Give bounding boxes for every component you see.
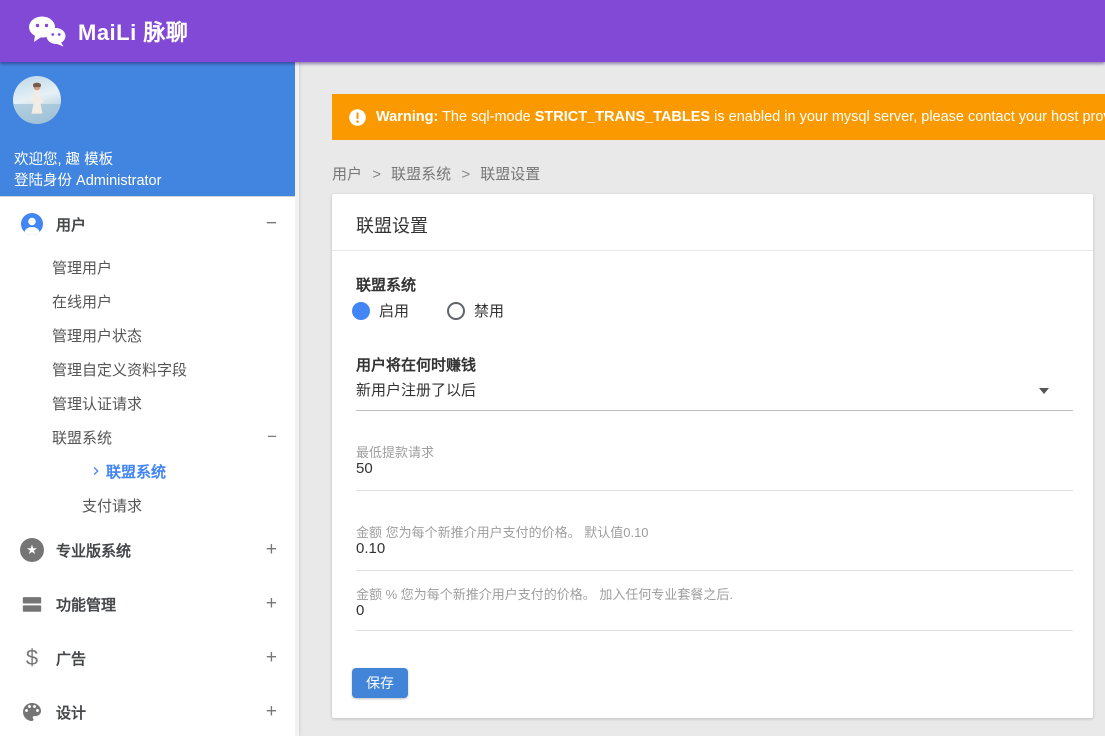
- sidebar-item-verification-requests[interactable]: 管理认证请求: [0, 386, 295, 420]
- expand-toggle[interactable]: +: [266, 647, 277, 669]
- percent-label: 金额 % 您为每个新推介用户支付的价格。 加入任何专业套餐之后.: [356, 587, 734, 602]
- affiliate-radio-group: 启用 禁用: [352, 300, 504, 321]
- sidebar-item-payment-requests[interactable]: 支付请求: [0, 488, 295, 522]
- radio-enable-label[interactable]: 启用: [379, 300, 409, 321]
- breadcrumb-affiliate-settings[interactable]: 联盟设置: [480, 166, 540, 183]
- sql-warning-banner: Warning: The sql-mode STRICT_TRANS_TABLE…: [332, 94, 1105, 140]
- dollar-icon: $: [25, 645, 39, 670]
- sidebar-item-user-status[interactable]: 管理用户状态: [0, 318, 295, 352]
- caret-down-icon: [1039, 388, 1049, 394]
- app-logo[interactable]: MaiLi 脉聊: [28, 15, 188, 47]
- warning-label: Warning:: [376, 109, 439, 125]
- user-circle-icon: [20, 212, 44, 236]
- sidebar-item-online-users[interactable]: 在线用户: [0, 284, 295, 318]
- chevron-right-icon: [88, 463, 104, 484]
- percent-input[interactable]: [356, 602, 1073, 619]
- save-button[interactable]: 保存: [352, 668, 408, 698]
- wechat-logo-icon: [28, 15, 66, 47]
- profile-panel: 欢迎您, 趣 模板 登陆身份 Administrator: [0, 62, 299, 197]
- selected-option: 新用户注册了以后: [356, 382, 477, 399]
- breadcrumb-affiliate-system[interactable]: 联盟系统: [391, 166, 451, 183]
- radio-enable[interactable]: [352, 301, 370, 320]
- expand-toggle[interactable]: +: [266, 701, 277, 723]
- sidebar-item-affiliate-group[interactable]: 联盟系统 −: [0, 420, 295, 454]
- min-withdraw-label: 最低提款请求: [356, 445, 435, 460]
- collapse-toggle[interactable]: −: [266, 213, 277, 235]
- sidebar-item-feature-management[interactable]: 功能管理 +: [0, 582, 295, 626]
- affiliate-system-label: 联盟系统: [356, 277, 417, 294]
- app-title: MaiLi 脉聊: [78, 20, 189, 45]
- field-underline: [356, 490, 1073, 491]
- expand-toggle[interactable]: +: [266, 539, 277, 561]
- sidebar-item-manage-users[interactable]: 管理用户: [0, 250, 295, 284]
- sidebar-item-ads[interactable]: $ 广告 +: [0, 636, 295, 680]
- min-withdraw-input[interactable]: [356, 460, 1073, 477]
- welcome-text: 欢迎您, 趣 模板: [14, 152, 114, 168]
- amount-input[interactable]: [356, 540, 1073, 557]
- login-role-text: 登陆身份 Administrator: [14, 173, 162, 189]
- field-underline: [356, 630, 1073, 631]
- sidebar: 欢迎您, 趣 模板 登陆身份 Administrator 用户 − 管理用户 在…: [0, 62, 299, 736]
- sidebar-item-custom-fields[interactable]: 管理自定义资料字段: [0, 352, 295, 386]
- palette-icon: [20, 700, 44, 724]
- divider: [332, 250, 1093, 251]
- user-avatar[interactable]: [13, 76, 61, 124]
- sidebar-item-design[interactable]: 设计 +: [0, 690, 295, 734]
- affiliate-settings-card: 联盟设置 联盟系统 启用 禁用 用户将在何时赚钱 新用户注册了以后 最低提款请求…: [332, 194, 1093, 718]
- error-icon: [348, 108, 367, 127]
- app-header: MaiLi 脉聊: [0, 0, 1105, 62]
- star-circle-icon: ★: [20, 538, 44, 562]
- radio-disable-label[interactable]: 禁用: [474, 300, 504, 321]
- earn-when-select[interactable]: 新用户注册了以后: [356, 380, 1073, 410]
- breadcrumb-users[interactable]: 用户: [332, 166, 362, 183]
- select-underline: [356, 410, 1073, 411]
- sidebar-scrollbar[interactable]: [295, 62, 299, 736]
- main-content: Warning: The sql-mode STRICT_TRANS_TABLE…: [299, 62, 1105, 736]
- field-underline: [356, 570, 1073, 571]
- breadcrumb: 用户 > 联盟系统 > 联盟设置: [332, 166, 541, 183]
- sidebar-item-users[interactable]: 用户 −: [0, 202, 295, 246]
- expand-toggle[interactable]: +: [266, 593, 277, 615]
- radio-disable[interactable]: [447, 301, 466, 320]
- sidebar-item-label: 用户: [56, 216, 87, 234]
- stacked-bars-icon: [20, 592, 44, 616]
- earn-when-label: 用户将在何时赚钱: [356, 357, 477, 374]
- card-title: 联盟设置: [356, 216, 428, 236]
- amount-label: 金额 您为每个新推介用户支付的价格。 默认值0.10: [356, 525, 649, 540]
- sidebar-item-pro-system[interactable]: ★ 专业版系统 +: [0, 528, 295, 572]
- sidebar-item-affiliate-settings-active[interactable]: 联盟系统: [0, 454, 295, 488]
- collapse-toggle[interactable]: −: [267, 427, 277, 447]
